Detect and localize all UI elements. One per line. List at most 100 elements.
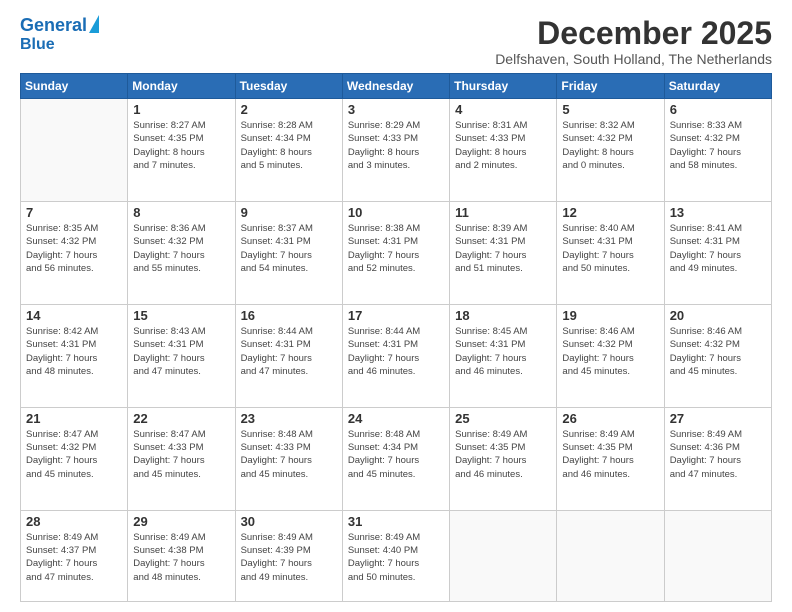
- day-info: Sunrise: 8:40 AMSunset: 4:31 PMDaylight:…: [562, 222, 658, 275]
- weekday-header-tuesday: Tuesday: [235, 74, 342, 99]
- weekday-header-sunday: Sunday: [21, 74, 128, 99]
- header: General Blue December 2025 Delfshaven, S…: [20, 16, 772, 67]
- day-number: 6: [670, 102, 766, 117]
- calendar-cell: 21Sunrise: 8:47 AMSunset: 4:32 PMDayligh…: [21, 407, 128, 510]
- day-number: 11: [455, 205, 551, 220]
- page: General Blue December 2025 Delfshaven, S…: [0, 0, 792, 612]
- calendar-cell: 5Sunrise: 8:32 AMSunset: 4:32 PMDaylight…: [557, 99, 664, 202]
- day-number: 26: [562, 411, 658, 426]
- day-number: 24: [348, 411, 444, 426]
- day-number: 13: [670, 205, 766, 220]
- day-info: Sunrise: 8:31 AMSunset: 4:33 PMDaylight:…: [455, 119, 551, 172]
- day-number: 25: [455, 411, 551, 426]
- calendar-cell: 15Sunrise: 8:43 AMSunset: 4:31 PMDayligh…: [128, 304, 235, 407]
- day-info: Sunrise: 8:44 AMSunset: 4:31 PMDaylight:…: [241, 325, 337, 378]
- day-info: Sunrise: 8:49 AMSunset: 4:35 PMDaylight:…: [455, 428, 551, 481]
- calendar-cell: 17 Sunrise: 8:44 AMSunset: 4:31 PMDayligh…: [342, 304, 449, 407]
- day-info: Sunrise: 8:49 AMSunset: 4:36 PMDaylight:…: [670, 428, 766, 481]
- day-number: 20: [670, 308, 766, 323]
- location-subtitle: Delfshaven, South Holland, The Netherlan…: [495, 51, 772, 67]
- day-number: 4: [455, 102, 551, 117]
- calendar-cell: 11 Sunrise: 8:39 AMSunset: 4:31 PMDayligh…: [450, 202, 557, 305]
- day-info: Sunrise: 8:49 AMSunset: 4:37 PMDaylight:…: [26, 531, 122, 584]
- day-info: Sunrise: 8:49 AMSunset: 4:38 PMDaylight:…: [133, 531, 229, 584]
- month-title: December 2025: [495, 16, 772, 51]
- day-number: 19: [562, 308, 658, 323]
- day-info: Sunrise: 8:49 AMSunset: 4:39 PMDaylight:…: [241, 531, 337, 584]
- day-info: Sunrise: 8:47 AMSunset: 4:33 PMDaylight:…: [133, 428, 229, 481]
- weekday-header-friday: Friday: [557, 74, 664, 99]
- logo: General Blue: [20, 16, 99, 53]
- calendar-cell: 10 Sunrise: 8:38 AMSunset: 4:31 PMDayligh…: [342, 202, 449, 305]
- calendar-cell: [557, 510, 664, 601]
- calendar-cell: 3 Sunrise: 8:29 AMSunset: 4:33 PMDaylight…: [342, 99, 449, 202]
- calendar-cell: 6 Sunrise: 8:33 AMSunset: 4:32 PMDaylight…: [664, 99, 771, 202]
- calendar-cell: 8Sunrise: 8:36 AMSunset: 4:32 PMDaylight…: [128, 202, 235, 305]
- calendar-cell: 1Sunrise: 8:27 AMSunset: 4:35 PMDaylight…: [128, 99, 235, 202]
- day-number: 16: [241, 308, 337, 323]
- weekday-header-thursday: Thursday: [450, 74, 557, 99]
- logo-general: General: [20, 15, 87, 35]
- day-info: Sunrise: 8:46 AMSunset: 4:32 PMDaylight:…: [562, 325, 658, 378]
- day-info: Sunrise: 8:28 AMSunset: 4:34 PMDaylight:…: [241, 119, 337, 172]
- day-number: 29: [133, 514, 229, 529]
- day-info: Sunrise: 8:44 AMSunset: 4:31 PMDaylight:…: [348, 325, 444, 378]
- logo-blue: Blue: [20, 36, 55, 54]
- calendar-cell: 19 Sunrise: 8:46 AMSunset: 4:32 PMDayligh…: [557, 304, 664, 407]
- calendar-cell: 24 Sunrise: 8:48 AMSunset: 4:34 PMDayligh…: [342, 407, 449, 510]
- calendar-cell: [450, 510, 557, 601]
- day-number: 17: [348, 308, 444, 323]
- day-info: Sunrise: 8:46 AMSunset: 4:32 PMDaylight:…: [670, 325, 766, 378]
- day-number: 21: [26, 411, 122, 426]
- calendar-cell: 16 Sunrise: 8:44 AMSunset: 4:31 PMDayligh…: [235, 304, 342, 407]
- weekday-header-wednesday: Wednesday: [342, 74, 449, 99]
- week-row-5: 28Sunrise: 8:49 AMSunset: 4:37 PMDayligh…: [21, 510, 772, 601]
- day-info: Sunrise: 8:39 AMSunset: 4:31 PMDaylight:…: [455, 222, 551, 275]
- day-info: Sunrise: 8:29 AMSunset: 4:33 PMDaylight:…: [348, 119, 444, 172]
- week-row-2: 7 Sunrise: 8:35 AMSunset: 4:32 PMDaylight…: [21, 202, 772, 305]
- day-info: Sunrise: 8:48 AMSunset: 4:33 PMDaylight:…: [241, 428, 337, 481]
- calendar-cell: 31 Sunrise: 8:49 AMSunset: 4:40 PMDayligh…: [342, 510, 449, 601]
- calendar-cell: 23Sunrise: 8:48 AMSunset: 4:33 PMDayligh…: [235, 407, 342, 510]
- week-row-3: 14 Sunrise: 8:42 AMSunset: 4:31 PMDayligh…: [21, 304, 772, 407]
- calendar-cell: [664, 510, 771, 601]
- day-info: Sunrise: 8:48 AMSunset: 4:34 PMDaylight:…: [348, 428, 444, 481]
- calendar-cell: 9Sunrise: 8:37 AMSunset: 4:31 PMDaylight…: [235, 202, 342, 305]
- calendar-cell: 20 Sunrise: 8:46 AMSunset: 4:32 PMDayligh…: [664, 304, 771, 407]
- calendar-cell: 22Sunrise: 8:47 AMSunset: 4:33 PMDayligh…: [128, 407, 235, 510]
- calendar-cell: 29 Sunrise: 8:49 AMSunset: 4:38 PMDayligh…: [128, 510, 235, 601]
- day-number: 10: [348, 205, 444, 220]
- day-number: 3: [348, 102, 444, 117]
- day-info: Sunrise: 8:41 AMSunset: 4:31 PMDaylight:…: [670, 222, 766, 275]
- calendar-cell: [21, 99, 128, 202]
- calendar-cell: 4 Sunrise: 8:31 AMSunset: 4:33 PMDaylight…: [450, 99, 557, 202]
- logo-text: General: [20, 16, 87, 36]
- calendar-cell: 7 Sunrise: 8:35 AMSunset: 4:32 PMDaylight…: [21, 202, 128, 305]
- calendar-cell: 30Sunrise: 8:49 AMSunset: 4:39 PMDayligh…: [235, 510, 342, 601]
- day-number: 31: [348, 514, 444, 529]
- calendar-cell: 13 Sunrise: 8:41 AMSunset: 4:31 PMDayligh…: [664, 202, 771, 305]
- day-number: 12: [562, 205, 658, 220]
- day-number: 15: [133, 308, 229, 323]
- day-info: Sunrise: 8:38 AMSunset: 4:31 PMDaylight:…: [348, 222, 444, 275]
- calendar-cell: 12 Sunrise: 8:40 AMSunset: 4:31 PMDayligh…: [557, 202, 664, 305]
- day-number: 18: [455, 308, 551, 323]
- day-info: Sunrise: 8:42 AMSunset: 4:31 PMDaylight:…: [26, 325, 122, 378]
- day-info: Sunrise: 8:33 AMSunset: 4:32 PMDaylight:…: [670, 119, 766, 172]
- day-number: 9: [241, 205, 337, 220]
- day-info: Sunrise: 8:35 AMSunset: 4:32 PMDaylight:…: [26, 222, 122, 275]
- week-row-4: 21Sunrise: 8:47 AMSunset: 4:32 PMDayligh…: [21, 407, 772, 510]
- calendar-cell: 28Sunrise: 8:49 AMSunset: 4:37 PMDayligh…: [21, 510, 128, 601]
- day-number: 14: [26, 308, 122, 323]
- day-info: Sunrise: 8:45 AMSunset: 4:31 PMDaylight:…: [455, 325, 551, 378]
- day-number: 7: [26, 205, 122, 220]
- day-info: Sunrise: 8:49 AMSunset: 4:40 PMDaylight:…: [348, 531, 444, 584]
- calendar-cell: 18 Sunrise: 8:45 AMSunset: 4:31 PMDayligh…: [450, 304, 557, 407]
- calendar-cell: 2Sunrise: 8:28 AMSunset: 4:34 PMDaylight…: [235, 99, 342, 202]
- title-block: December 2025 Delfshaven, South Holland,…: [495, 16, 772, 67]
- calendar-cell: 27Sunrise: 8:49 AMSunset: 4:36 PMDayligh…: [664, 407, 771, 510]
- week-row-1: 1Sunrise: 8:27 AMSunset: 4:35 PMDaylight…: [21, 99, 772, 202]
- calendar-cell: 25 Sunrise: 8:49 AMSunset: 4:35 PMDayligh…: [450, 407, 557, 510]
- day-info: Sunrise: 8:32 AMSunset: 4:32 PMDaylight:…: [562, 119, 658, 172]
- day-number: 8: [133, 205, 229, 220]
